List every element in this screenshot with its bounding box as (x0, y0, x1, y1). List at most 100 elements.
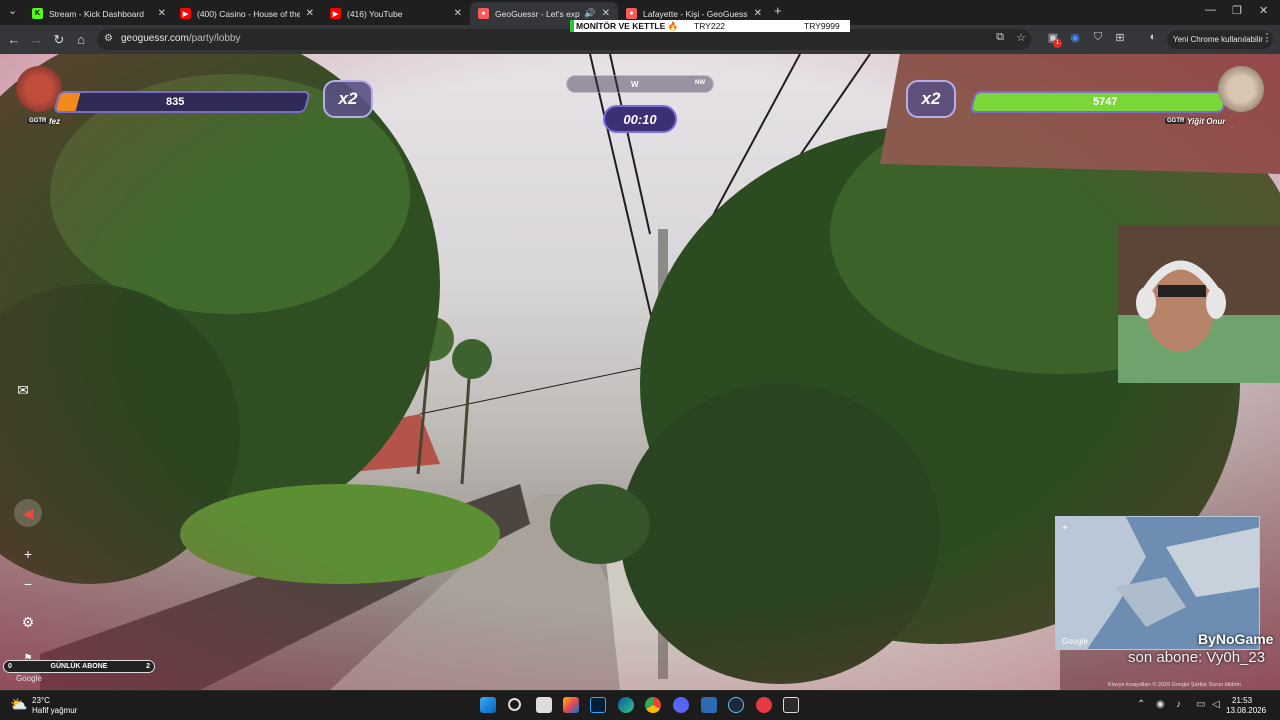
close-tab-icon[interactable]: ✕ (602, 8, 610, 19)
zoom-out-icon[interactable]: − (14, 570, 42, 598)
compass-strip: W NW (566, 75, 714, 93)
forward-icon[interactable]: → (27, 31, 45, 48)
home-icon[interactable]: ⌂ (72, 31, 90, 48)
tray-app-icon[interactable]: ◉ (1156, 699, 1165, 710)
close-window-icon[interactable]: ✕ (1259, 4, 1268, 17)
guess-minimap[interactable]: + Google (1055, 516, 1260, 650)
minimap-expand-icon[interactable]: + (1062, 523, 1068, 534)
streamer-webcam (1118, 225, 1280, 383)
minimize-icon[interactable]: — (1205, 4, 1216, 16)
map-footer-links[interactable]: Klavye kısayolları © 2026 Google Şartlar… (1108, 682, 1241, 688)
timer-value: 00:10 (623, 111, 657, 127)
search-icon[interactable] (508, 698, 521, 711)
tab-title: GeoGuessr - Let's explore th (495, 8, 580, 19)
back-icon[interactable]: ← (5, 31, 23, 48)
tab-title: (400) Casino - House of the Ris (197, 8, 300, 19)
player-left-tag: GGTR (27, 118, 49, 124)
webcam-feed (1118, 225, 1280, 383)
minimap-google-label: Google (1062, 637, 1088, 646)
ticker-label: MONİTÖR VE KETTLE 🔥 (576, 20, 679, 31)
close-tab-icon[interactable]: ✕ (306, 8, 314, 19)
taskbar-date[interactable]: 13.08.2026 (1226, 706, 1266, 715)
volume-icon[interactable]: ◁ (1212, 699, 1220, 710)
taskbar-clock[interactable]: 21:53 (1232, 696, 1252, 705)
player-right-tag: GGTR (1165, 118, 1187, 124)
turkey-flag-icon: ☾ (1233, 117, 1241, 126)
app-red-icon[interactable] (756, 697, 772, 713)
multiplier-label: x2 (338, 89, 358, 108)
extension-badge: 1 (1053, 39, 1062, 48)
compass-reset-icon[interactable]: ◀ (14, 499, 42, 527)
geoguessr-icon: ● (478, 8, 489, 19)
site-info-icon[interactable]: ⚙ (104, 33, 113, 44)
daily-sub-right: 2 (146, 663, 150, 670)
close-tab-icon[interactable]: ✕ (158, 8, 166, 19)
windows-start-icon[interactable] (480, 697, 496, 713)
discord-icon[interactable] (673, 697, 689, 713)
steam-icon[interactable] (728, 697, 744, 713)
audio-extension-icon[interactable]: ◉ (1067, 31, 1083, 44)
compass-northwest: NW (695, 80, 705, 86)
last-subscriber: son abone: Vy0h_23 (1128, 649, 1266, 666)
player-left-score: 835 (166, 96, 185, 108)
chrome-update-button[interactable]: Yeni Chrome kullanılabilir (1167, 30, 1273, 49)
weather-icon[interactable]: ⛅ (10, 696, 27, 713)
google-watermark: Google (16, 674, 42, 683)
weather-temperature: 23°C (32, 696, 50, 705)
close-tab-icon[interactable]: ✕ (454, 8, 462, 19)
reload-icon[interactable]: ↻ (50, 31, 68, 48)
zoom-in-icon[interactable]: + (14, 540, 42, 568)
network-icon[interactable]: ▭ (1196, 699, 1205, 710)
url-path: /party/lobby (188, 33, 241, 44)
player-left-name: fez (49, 117, 61, 126)
audio-playing-icon[interactable]: 🔊 (584, 8, 595, 19)
multiplier-label: x2 (921, 89, 941, 108)
turkey-flag-icon: ☾ (66, 117, 74, 126)
player-right-multiplier: x2 (906, 80, 956, 118)
app-icon[interactable] (701, 697, 717, 713)
player-right-score: 5747 (1093, 96, 1118, 108)
photoshop-icon[interactable] (590, 697, 606, 713)
ticker-accent (570, 20, 574, 32)
install-app-icon[interactable]: ⧉ (992, 31, 1008, 44)
shield-icon[interactable]: ⛉ (1090, 31, 1106, 44)
microphone-icon[interactable]: ♪ (1176, 699, 1181, 710)
tray-overflow-icon[interactable]: ⌃ (1137, 699, 1145, 710)
epic-games-icon[interactable] (783, 697, 799, 713)
chrome-icon[interactable] (645, 697, 661, 713)
extension-badge-count: 1 (1055, 40, 1060, 46)
tab-youtube-casino[interactable]: ▶ (400) Casino - House of the Ris ✕ (172, 2, 322, 25)
youtube-icon: ▶ (330, 8, 341, 19)
task-view-icon[interactable] (536, 697, 552, 713)
ticker-value-right: TRY9999 (804, 21, 840, 31)
player-left-health-fill (55, 93, 81, 111)
tab-youtube[interactable]: ▶ (416) YouTube ✕ (322, 2, 470, 25)
tab-title: Stream - Kick Dashboard (49, 8, 144, 19)
profile-icon[interactable]: ◐ (1145, 31, 1161, 43)
tab-kick-dashboard[interactable]: K Stream - Kick Dashboard ✕ (24, 2, 174, 25)
copilot-icon[interactable] (563, 697, 579, 713)
chat-icon[interactable]: ✉ (9, 376, 37, 404)
settings-gear-icon[interactable]: ⚙ (14, 608, 42, 636)
daily-sub-left: 0 (8, 663, 12, 670)
youtube-icon: ▶ (180, 8, 191, 19)
edge-icon[interactable] (618, 697, 634, 713)
close-tab-icon[interactable]: ✕ (754, 8, 762, 19)
tab-search-icon[interactable]: ⌄ (8, 4, 17, 17)
windows-taskbar (0, 690, 1280, 720)
update-label: Yeni Chrome kullanılabilir (1173, 35, 1263, 44)
chrome-menu-icon[interactable]: ⋮ (1259, 31, 1275, 44)
daily-sub-label: GÜNLÜK ABONE (50, 663, 108, 670)
weather-description: Hafif yağmur (32, 706, 78, 715)
puzzle-icon[interactable]: ⊞ (1112, 31, 1128, 44)
new-tab-icon[interactable]: + (774, 3, 782, 18)
tab-title: Lafayette - Kişi - GeoGuessr (643, 8, 748, 19)
bookmark-star-icon[interactable]: ☆ (1013, 31, 1029, 44)
tab-title: (416) YouTube (347, 8, 403, 19)
donation-ticker: MONİTÖR VE KETTLE 🔥 TRY222 TRY9999 (570, 20, 850, 32)
url-text[interactable]: geoguessr.com/party/lobby (121, 33, 241, 44)
ticker-value-left: TRY222 (694, 21, 726, 31)
maximize-icon[interactable]: ❐ (1232, 4, 1242, 17)
sponsor-brand: ByNoGame (1198, 631, 1274, 647)
player-right-name: Yiğit Onur (1187, 117, 1226, 126)
